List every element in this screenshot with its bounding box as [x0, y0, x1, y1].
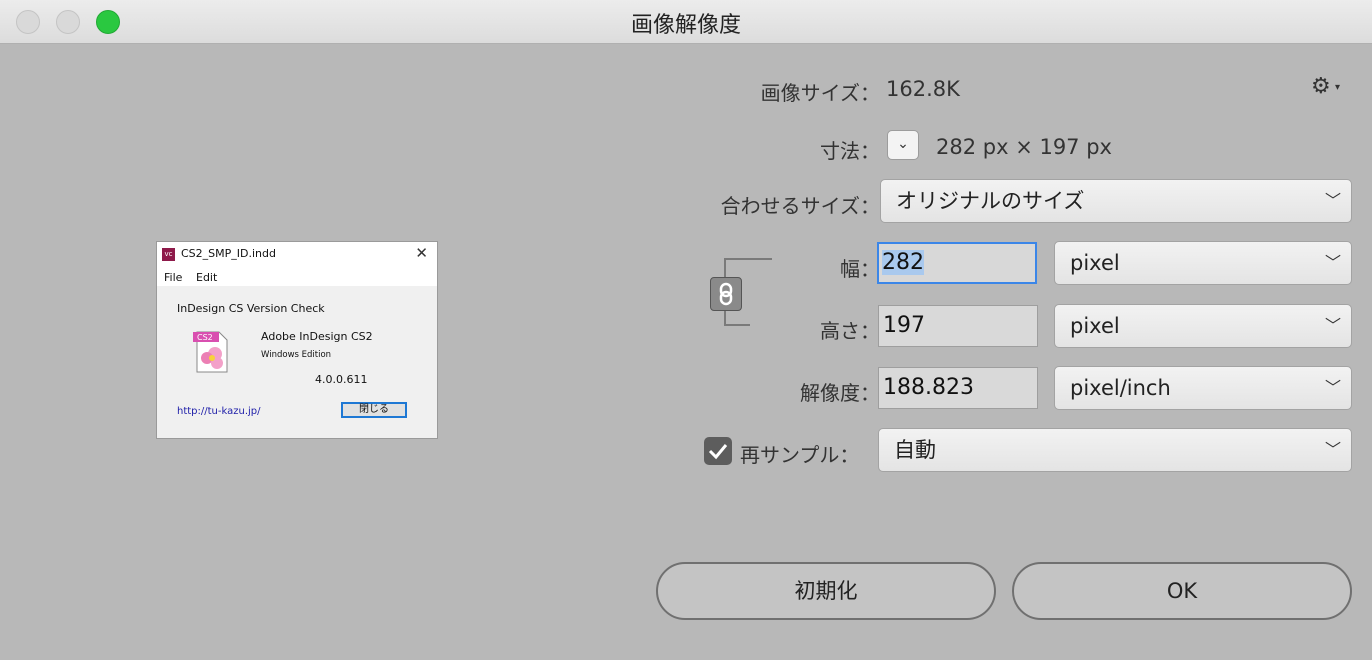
- width-label: 幅：: [840, 257, 880, 281]
- resolution-value: 188.823: [883, 375, 974, 400]
- svg-text:CS2: CS2: [197, 333, 213, 342]
- fit-to-selected: オリジナルのサイズ: [896, 189, 1085, 213]
- resample-selected: 自動: [894, 438, 936, 462]
- preview-close-icon: ✕: [415, 244, 428, 262]
- width-input[interactable]: 282: [877, 242, 1037, 284]
- fit-to-label: 合わせるサイズ：: [720, 194, 880, 218]
- resample-label: 再サンプル：: [740, 443, 860, 467]
- height-label: 高さ：: [820, 319, 880, 343]
- ok-button[interactable]: OK: [1012, 562, 1352, 620]
- resolution-label: 解像度：: [800, 381, 880, 405]
- chevron-down-icon: ﹀: [1324, 191, 1341, 210]
- preview-window-title: CS2_SMP_ID.indd: [181, 247, 276, 260]
- chevron-down-icon: ﹀: [1324, 440, 1341, 459]
- preview-close-button: 閉じる: [341, 402, 407, 418]
- resolution-unit-select[interactable]: pixel/inch ﹀: [1054, 366, 1352, 410]
- resample-checkbox[interactable]: [704, 437, 732, 465]
- resolution-input[interactable]: 188.823: [878, 367, 1038, 409]
- dimensions-label: 寸法：: [820, 139, 880, 163]
- preview-menu-edit: Edit: [196, 271, 218, 284]
- chevron-down-icon: ﹀: [1324, 253, 1341, 272]
- preview-menubar: File Edit: [157, 266, 437, 286]
- image-size-label: 画像サイズ：: [760, 81, 880, 105]
- height-value: 197: [883, 313, 925, 338]
- reset-button[interactable]: 初期化: [656, 562, 996, 620]
- chevron-down-icon: ﹀: [1324, 378, 1341, 397]
- preview-heading: InDesign CS Version Check: [177, 302, 325, 315]
- indesign-document-icon: CS2: [193, 331, 228, 373]
- chevron-down-icon: ﹀: [1324, 316, 1341, 335]
- constrain-proportions-button[interactable]: [710, 277, 742, 311]
- preview-product: Adobe InDesign CS2: [261, 330, 373, 343]
- resample-method-select[interactable]: 自動 ﹀: [878, 428, 1352, 472]
- preview-titlebar: vc CS2_SMP_ID.indd ✕: [157, 242, 437, 266]
- image-size-value: 162.8K: [886, 77, 960, 101]
- preview-edition: Windows Edition: [261, 350, 332, 360]
- preview-menu-file: File: [164, 271, 183, 284]
- preview-link: http://tu-kazu.jp/: [177, 406, 261, 417]
- checkmark-icon: [708, 444, 728, 460]
- fit-to-select[interactable]: オリジナルのサイズ ﹀: [880, 179, 1352, 223]
- caret-down-icon: ▾: [1335, 82, 1341, 93]
- window-title: 画像解像度: [630, 13, 741, 38]
- dimensions-unit-dropdown[interactable]: ⌄: [887, 130, 919, 160]
- height-input[interactable]: 197: [878, 305, 1038, 347]
- chain-link-icon: [719, 282, 733, 306]
- title-bar: 画像解像度: [0, 0, 1372, 44]
- width-unit-select[interactable]: pixel ﹀: [1054, 241, 1352, 285]
- gear-icon[interactable]: ⚙: [1311, 74, 1331, 99]
- preview-version: 4.0.0.611: [315, 373, 368, 386]
- app-icon: vc: [162, 248, 175, 261]
- image-preview[interactable]: vc CS2_SMP_ID.indd ✕ File Edit InDesign …: [156, 241, 438, 439]
- height-unit-select[interactable]: pixel ﹀: [1054, 304, 1352, 348]
- width-value: 282: [882, 250, 924, 275]
- dimensions-value: 282 px × 197 px: [936, 135, 1112, 159]
- height-unit: pixel: [1070, 314, 1120, 338]
- chevron-down-icon: ⌄: [897, 136, 909, 152]
- resolution-unit: pixel/inch: [1070, 376, 1171, 400]
- width-unit: pixel: [1070, 251, 1120, 275]
